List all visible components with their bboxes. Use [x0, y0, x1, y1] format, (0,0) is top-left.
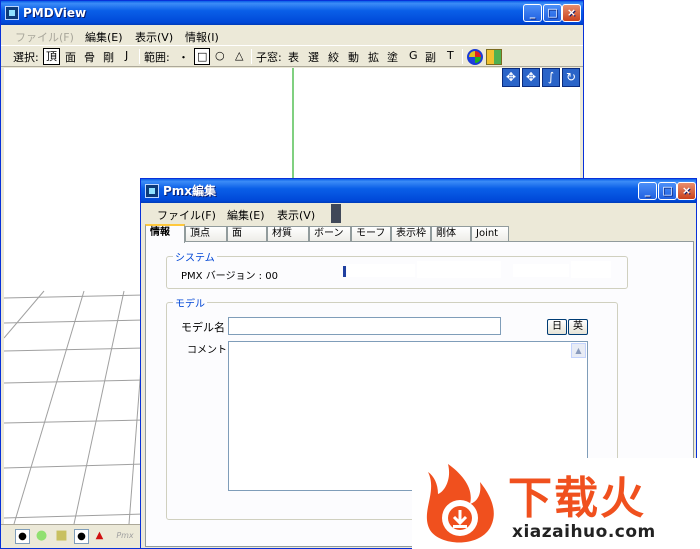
window-sub-button[interactable]: 副: [425, 49, 436, 65]
menubar-overflow-handle[interactable]: [331, 204, 341, 223]
tab-vertex[interactable]: 頂点: [185, 226, 227, 242]
window-label: 子窓:: [256, 51, 282, 64]
model-group-title: モデル: [173, 295, 207, 310]
maximize-button[interactable]: □: [543, 4, 562, 22]
tab-joint[interactable]: Joint: [471, 226, 509, 242]
watermark-brand: 下载火: [508, 473, 646, 524]
pmx-app-icon: [145, 184, 159, 198]
main-menubar: ファイル(F) 編集(E) 表示(V) 情報(I): [1, 26, 583, 45]
tab-rigid-body[interactable]: 剛体: [431, 226, 471, 242]
rotate-view-icon[interactable]: ↻: [562, 68, 580, 87]
tab-display-frame[interactable]: 表示枠: [391, 226, 431, 242]
range-triangle-button[interactable]: △: [235, 49, 243, 62]
grid-icon[interactable]: [486, 49, 502, 65]
tab-material[interactable]: 材質: [267, 226, 309, 242]
window-select-button[interactable]: 選: [308, 49, 319, 65]
system-group: システム PMX バージョン : 00: [166, 249, 628, 289]
tab-info[interactable]: 情報: [145, 224, 185, 243]
range-label: 範囲:: [144, 51, 170, 64]
main-toolbar: 選択: 頂 面 骨 剛 J 範囲: ・ □ ○ △ 子窓: 表 選 絞 動 拡 …: [1, 45, 583, 67]
range-point-button[interactable]: ・: [178, 49, 189, 65]
window-move-button[interactable]: 動: [348, 49, 359, 65]
minimize-button[interactable]: _: [523, 4, 542, 22]
floor-grid: [4, 290, 145, 524]
tab-bone[interactable]: ボーン: [309, 226, 351, 242]
pmx-close-button[interactable]: ×: [677, 182, 696, 200]
window-t-button[interactable]: T: [447, 49, 454, 62]
watermark-url: xiazaihuo.com: [512, 522, 656, 542]
pmx-tab-strip: 情報 頂点 面 材質 ボーン モーフ 表示枠 剛体 Joint: [145, 224, 695, 243]
menu-file[interactable]: ファイル(F): [15, 29, 74, 45]
status-target-icon[interactable]: ●: [15, 529, 30, 544]
watermark: 下载火 xiazaihuo.com: [412, 458, 700, 549]
window-paint-button[interactable]: 塗: [387, 49, 398, 65]
zoom-view-icon[interactable]: ∫: [542, 68, 560, 87]
pmx-maximize-button[interactable]: □: [658, 182, 677, 200]
status-yellow-icon[interactable]: ■: [54, 529, 69, 544]
model-name-input[interactable]: [228, 317, 501, 335]
pmx-menu-view[interactable]: 表示(V): [277, 207, 315, 223]
close-button[interactable]: ×: [562, 4, 581, 22]
toolbar-separator: [251, 49, 252, 64]
status-triangle-icon[interactable]: ▲: [92, 529, 107, 544]
pmx-menubar: ファイル(F) 編集(E) 表示(V): [141, 204, 696, 223]
move-view-icon[interactable]: ✥: [502, 68, 520, 87]
pan-view-icon[interactable]: ✥: [522, 68, 540, 87]
system-group-title: システム: [173, 249, 217, 264]
system-field-3: [513, 264, 569, 277]
tab-morph[interactable]: モーフ: [351, 226, 391, 242]
pmx-menu-edit[interactable]: 編集(E): [227, 207, 265, 223]
tab-face[interactable]: 面: [227, 226, 267, 242]
status-pmx-icon[interactable]: Pmx: [113, 529, 137, 544]
lang-jp-button[interactable]: 日: [547, 319, 567, 335]
pmx-menu-file[interactable]: ファイル(F): [157, 207, 216, 223]
select-joint-button[interactable]: J: [125, 49, 128, 62]
version-indicator: [343, 266, 346, 277]
window-filter-button[interactable]: 絞: [328, 49, 339, 65]
select-rigid-button[interactable]: 剛: [103, 49, 114, 65]
scroll-up-icon[interactable]: ▲: [571, 343, 586, 358]
lang-en-button[interactable]: 英: [568, 319, 588, 335]
pmx-window-title: Pmx編集: [163, 184, 217, 198]
range-rect-button[interactable]: □: [194, 48, 211, 65]
range-circle-button[interactable]: ○: [215, 49, 225, 62]
select-bone-button[interactable]: 骨: [84, 49, 95, 65]
pmx-version-label: PMX バージョン : 00: [181, 271, 278, 282]
toolbar-separator: [139, 49, 140, 64]
select-vertex-button[interactable]: 頂: [43, 48, 60, 65]
select-face-button[interactable]: 面: [65, 49, 76, 65]
menu-edit[interactable]: 編集(E): [85, 29, 123, 45]
flame-logo-icon: [426, 464, 494, 543]
system-field-2: [417, 261, 501, 278]
window-group-button[interactable]: G: [409, 49, 418, 62]
status-circle-icon[interactable]: ●: [74, 529, 89, 544]
pmx-minimize-button[interactable]: _: [638, 182, 657, 200]
main-window-title: PMDView: [23, 6, 87, 20]
menu-view[interactable]: 表示(V): [135, 29, 173, 45]
menu-info[interactable]: 情報(I): [185, 29, 219, 45]
select-label: 選択:: [13, 51, 39, 64]
color-wheel-icon[interactable]: [467, 49, 483, 65]
model-name-label: モデル名: [181, 321, 225, 334]
pmx-title-bar[interactable]: Pmx編集 _ □ ×: [141, 179, 696, 203]
app-icon: [5, 6, 19, 20]
main-title-bar[interactable]: PMDView _ □ ×: [1, 1, 583, 25]
toolbar-separator: [462, 49, 463, 64]
window-scale-button[interactable]: 拡: [368, 49, 379, 65]
window-table-button[interactable]: 表: [288, 49, 299, 65]
status-green-icon[interactable]: ●: [34, 529, 49, 544]
comment-label: コメント: [187, 345, 227, 356]
system-field-1: [347, 264, 415, 277]
system-field-4: [571, 261, 611, 278]
